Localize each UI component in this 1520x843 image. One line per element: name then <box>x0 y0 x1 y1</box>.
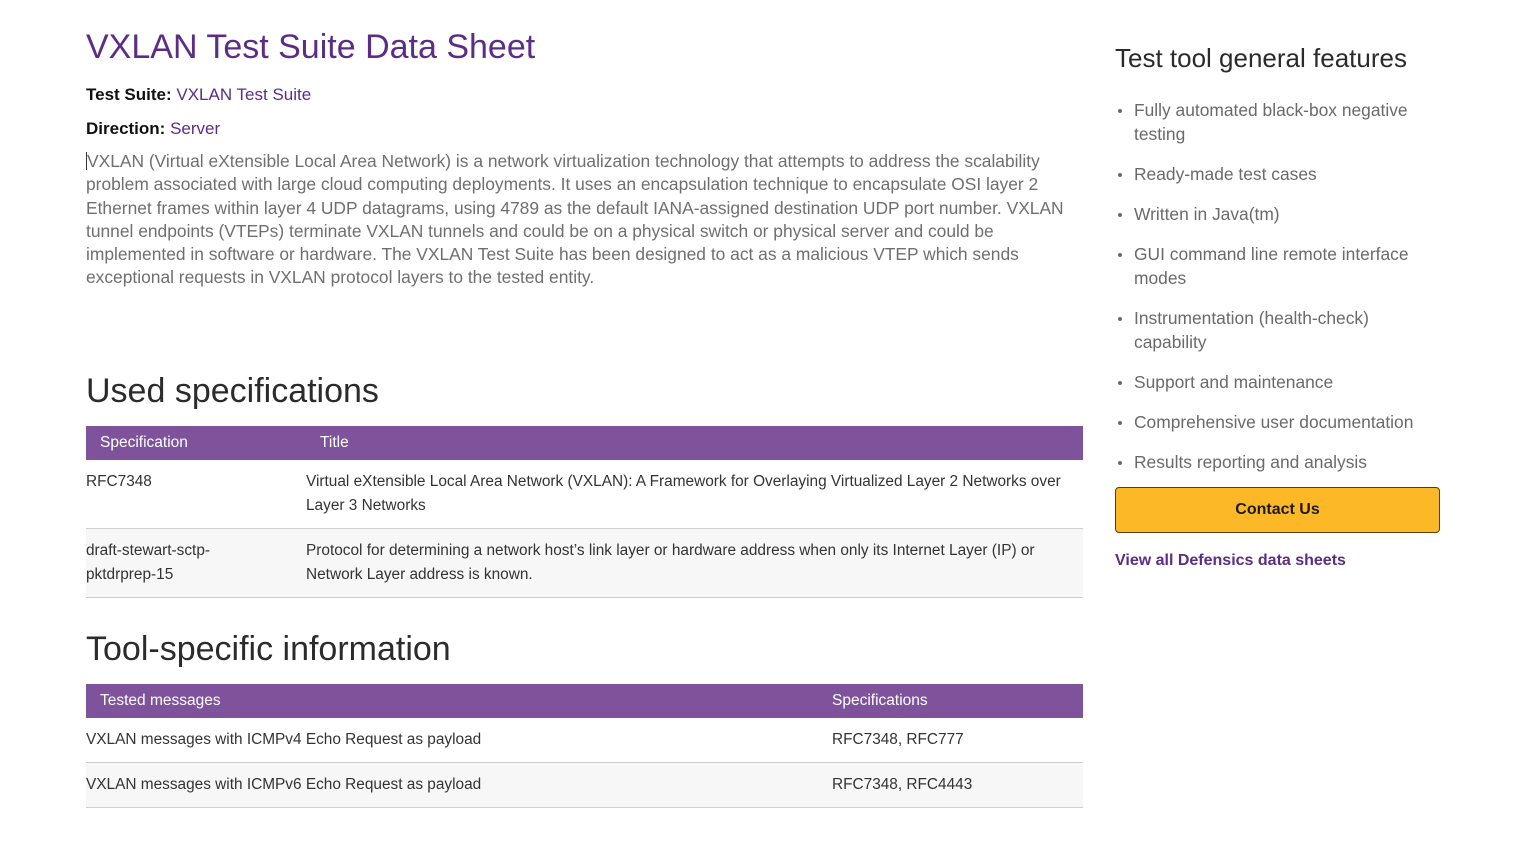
list-item: Results reporting and analysis <box>1118 450 1430 474</box>
spec-cell: draft-stewart-sctp-pktdrprep-15 <box>86 528 306 598</box>
used-specifications-table: Specification Title RFC7348 Virtual eXte… <box>86 426 1083 598</box>
direction-label: Direction: <box>86 119 166 138</box>
used-specifications-heading: Used specifications <box>86 372 379 410</box>
message-cell: VXLAN messages with ICMPv4 Echo Request … <box>86 718 832 763</box>
tool-specific-table: Tested messages Specifications VXLAN mes… <box>86 684 1083 808</box>
test-suite-label: Test Suite: <box>86 85 172 104</box>
list-item: Support and maintenance <box>1118 370 1430 394</box>
table-row: VXLAN messages with ICMPv6 Echo Request … <box>86 762 1083 808</box>
table-row: VXLAN messages with ICMPv4 Echo Request … <box>86 718 1083 763</box>
spec-cell: RFC7348 <box>86 460 306 529</box>
direction-row: Direction: Server <box>86 118 1083 140</box>
sidebar: Test tool general features Fully automat… <box>1115 40 1440 570</box>
specs-cell: RFC7348, RFC4443 <box>832 762 1083 808</box>
test-suite-row: Test Suite: VXLAN Test Suite <box>86 84 1083 106</box>
list-item: Instrumentation (health-check) capabilit… <box>1118 306 1430 354</box>
column-header-title: Title <box>306 426 1083 460</box>
table-row: RFC7348 Virtual eXtensible Local Area Ne… <box>86 460 1083 529</box>
main-content: VXLAN Test Suite Data Sheet Test Suite: … <box>86 22 1083 808</box>
table-header-row: Tested messages Specifications <box>86 684 1083 718</box>
column-header-specification: Specification <box>86 426 306 460</box>
title-cell: Virtual eXtensible Local Area Network (V… <box>306 460 1083 529</box>
specs-cell: RFC7348, RFC777 <box>832 718 1083 763</box>
description-text: VXLAN (Virtual eXtensible Local Area Net… <box>86 151 1064 288</box>
column-header-tested-messages: Tested messages <box>86 684 832 718</box>
test-suite-link[interactable]: VXLAN Test Suite <box>176 85 311 104</box>
view-all-datasheets-link[interactable]: View all Defensics data sheets <box>1115 552 1430 570</box>
direction-link[interactable]: Server <box>170 119 220 138</box>
list-item: GUI command line remote interface modes <box>1118 242 1430 290</box>
list-item: Ready-made test cases <box>1118 162 1430 186</box>
features-list: Fully automated black-box negative testi… <box>1115 98 1430 474</box>
message-cell: VXLAN messages with ICMPv6 Echo Request … <box>86 762 832 808</box>
title-cell: Protocol for determining a network host’… <box>306 528 1083 598</box>
contact-us-button[interactable]: Contact Us <box>1115 487 1440 533</box>
column-header-specifications: Specifications <box>832 684 1083 718</box>
table-header-row: Specification Title <box>86 426 1083 460</box>
table-row: draft-stewart-sctp-pktdrprep-15 Protocol… <box>86 528 1083 598</box>
list-item: Comprehensive user documentation <box>1118 410 1430 434</box>
description-block: VXLAN (Virtual eXtensible Local Area Net… <box>86 150 1083 290</box>
features-heading: Test tool general features <box>1115 43 1407 73</box>
page-title: VXLAN Test Suite Data Sheet <box>86 28 536 66</box>
list-item: Written in Java(tm) <box>1118 202 1430 226</box>
list-item: Fully automated black-box negative testi… <box>1118 98 1430 146</box>
tool-specific-information-heading: Tool-specific information <box>86 630 451 668</box>
